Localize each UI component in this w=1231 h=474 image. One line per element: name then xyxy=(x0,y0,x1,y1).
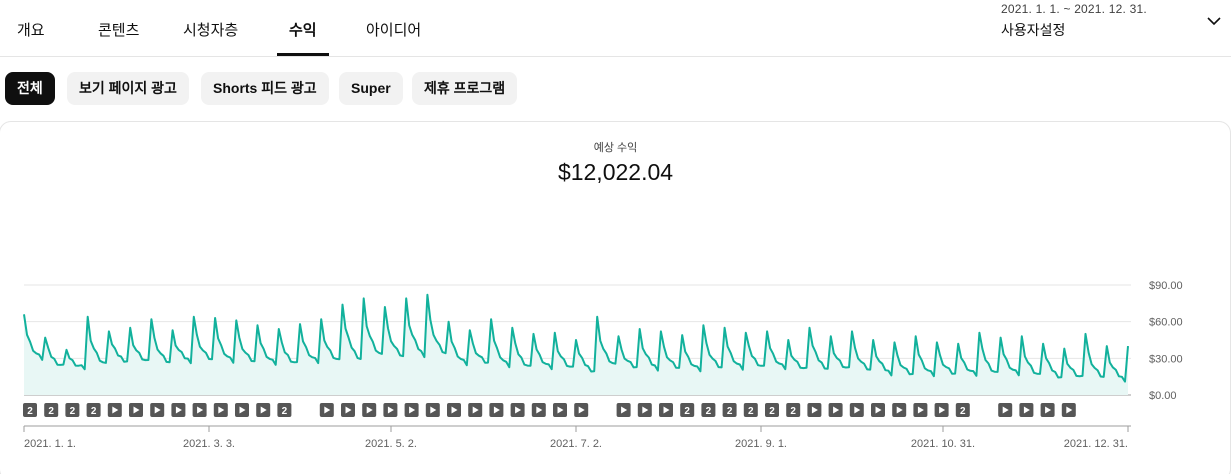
video-marker-play-icon[interactable] xyxy=(871,403,885,417)
svg-text:2: 2 xyxy=(70,406,76,417)
video-marker-play-icon[interactable] xyxy=(468,403,483,417)
video-marker-count[interactable]: 2 xyxy=(786,403,801,417)
video-marker-play-icon[interactable] xyxy=(1061,403,1076,417)
filter-chip-super[interactable]: Super xyxy=(339,72,403,105)
video-marker-play-icon[interactable] xyxy=(637,403,652,417)
video-marker-play-icon[interactable] xyxy=(107,403,122,417)
video-marker-play-icon[interactable] xyxy=(934,403,949,417)
video-marker-play-icon[interactable] xyxy=(807,403,822,417)
video-marker-play-icon[interactable] xyxy=(828,403,843,417)
tab-ideas[interactable]: 아이디어 xyxy=(366,0,421,56)
video-marker-play-icon[interactable] xyxy=(235,403,249,417)
video-marker-play-icon[interactable] xyxy=(362,403,377,417)
video-marker-play-icon[interactable] xyxy=(447,403,461,417)
svg-text:2: 2 xyxy=(684,406,690,417)
svg-text:2: 2 xyxy=(790,406,796,417)
x-tick-label: 2021. 5. 2. xyxy=(365,438,417,450)
x-tick-label: 2021. 7. 2. xyxy=(550,438,602,450)
tab-audience[interactable]: 시청자층 xyxy=(183,0,238,56)
video-marker-play-icon[interactable] xyxy=(998,403,1013,417)
x-tick-label: 2021. 1. 1. xyxy=(24,438,76,450)
y-tick-label: $90.00 xyxy=(1149,280,1183,292)
svg-text:2: 2 xyxy=(960,406,966,417)
filter-chip-affiliate[interactable]: 제휴 프로그램 xyxy=(412,72,518,105)
filter-chip-all[interactable]: 전체 xyxy=(5,72,55,105)
video-marker-count[interactable]: 2 xyxy=(23,403,37,417)
chevron-down-icon[interactable] xyxy=(1205,12,1223,30)
video-marker-play-icon[interactable] xyxy=(319,403,334,417)
video-marker-play-icon[interactable] xyxy=(383,403,398,417)
video-marker-count[interactable]: 2 xyxy=(680,403,695,417)
video-marker-count[interactable]: 2 xyxy=(277,403,292,417)
video-marker-count[interactable]: 2 xyxy=(722,403,737,417)
x-tick-label: 2021. 12. 31. xyxy=(1064,438,1128,450)
video-marker-play-icon[interactable] xyxy=(489,403,504,417)
video-marker-play-icon[interactable] xyxy=(1019,403,1034,417)
metric-label: 예상 수익 xyxy=(593,142,638,154)
y-tick-label: $30.00 xyxy=(1149,353,1183,365)
svg-text:2: 2 xyxy=(727,406,733,417)
video-marker-count[interactable]: 2 xyxy=(701,403,716,417)
metric-value: $12,022.04 xyxy=(557,159,674,185)
tab-revenue[interactable]: 수익 xyxy=(277,0,329,56)
svg-text:2: 2 xyxy=(706,406,712,417)
x-tick-label: 2021. 9. 1. xyxy=(735,438,787,450)
svg-text:2: 2 xyxy=(748,406,754,417)
video-marker-play-icon[interactable] xyxy=(553,403,567,417)
filter-chip-watch-page-ads[interactable]: 보기 페이지 광고 xyxy=(67,72,189,105)
y-tick-label: $60.00 xyxy=(1149,317,1183,329)
svg-text:2: 2 xyxy=(769,406,775,417)
date-preset-dropdown[interactable]: 사용자설정 xyxy=(1001,20,1065,40)
y-axis-ticks: $90.00 $60.00 $30.00 $0.00 xyxy=(1149,280,1183,402)
svg-text:2: 2 xyxy=(48,406,54,417)
tab-content[interactable]: 콘텐츠 xyxy=(98,0,139,56)
svg-text:2: 2 xyxy=(282,406,288,417)
video-marker-play-icon[interactable] xyxy=(574,403,589,417)
video-marker-play-icon[interactable] xyxy=(616,403,631,417)
y-tick-label: $0.00 xyxy=(1149,390,1177,402)
video-marker-play-icon[interactable] xyxy=(171,403,186,417)
video-marker-play-icon[interactable] xyxy=(1040,403,1055,417)
video-marker-play-icon[interactable] xyxy=(150,403,165,417)
date-range-text: 2021. 1. 1. ~ 2021. 12. 31. xyxy=(1001,2,1147,16)
video-marker-count[interactable]: 2 xyxy=(65,403,80,417)
video-marker-play-icon[interactable] xyxy=(913,403,928,417)
video-marker-count[interactable]: 2 xyxy=(86,403,101,417)
video-marker-play-icon[interactable] xyxy=(129,403,143,417)
x-tick-label: 2021. 10. 31. xyxy=(911,438,975,450)
video-marker-play-icon[interactable] xyxy=(531,403,546,417)
x-axis-ticks: 2021. 1. 1. 2021. 3. 3. 2021. 5. 2. 2021. 7… xyxy=(23,425,1131,450)
x-tick-label: 2021. 3. 3. xyxy=(183,438,235,450)
video-marker-play-icon[interactable] xyxy=(510,403,525,417)
video-marker-play-icon[interactable] xyxy=(192,403,207,417)
video-marker-play-icon[interactable] xyxy=(425,403,440,417)
video-marker-play-icon[interactable] xyxy=(849,403,864,417)
video-marker-play-icon[interactable] xyxy=(892,403,907,417)
revenue-chart: $90.00 $60.00 $30.00 $0.00 2 2 2 2 2 2 2 2 2 2 2 2 202… xyxy=(23,280,1183,450)
video-marker-play-icon[interactable] xyxy=(341,403,355,417)
filter-chip-shorts-feed-ads[interactable]: Shorts 피드 광고 xyxy=(201,72,329,105)
video-marker-play-icon[interactable] xyxy=(213,403,228,417)
video-marker-count[interactable]: 2 xyxy=(765,403,779,417)
video-marker-count[interactable]: 2 xyxy=(955,403,970,417)
video-marker-count[interactable]: 2 xyxy=(44,403,59,417)
video-markers: 2 2 2 2 2 2 2 2 2 2 2 2 xyxy=(23,403,1076,417)
tab-overview[interactable]: 개요 xyxy=(17,0,45,56)
video-marker-play-icon[interactable] xyxy=(659,403,673,417)
video-marker-play-icon[interactable] xyxy=(404,403,419,417)
video-marker-play-icon[interactable] xyxy=(256,403,271,417)
video-marker-count[interactable]: 2 xyxy=(743,403,758,417)
svg-text:2: 2 xyxy=(91,406,97,417)
svg-text:2: 2 xyxy=(27,406,33,417)
